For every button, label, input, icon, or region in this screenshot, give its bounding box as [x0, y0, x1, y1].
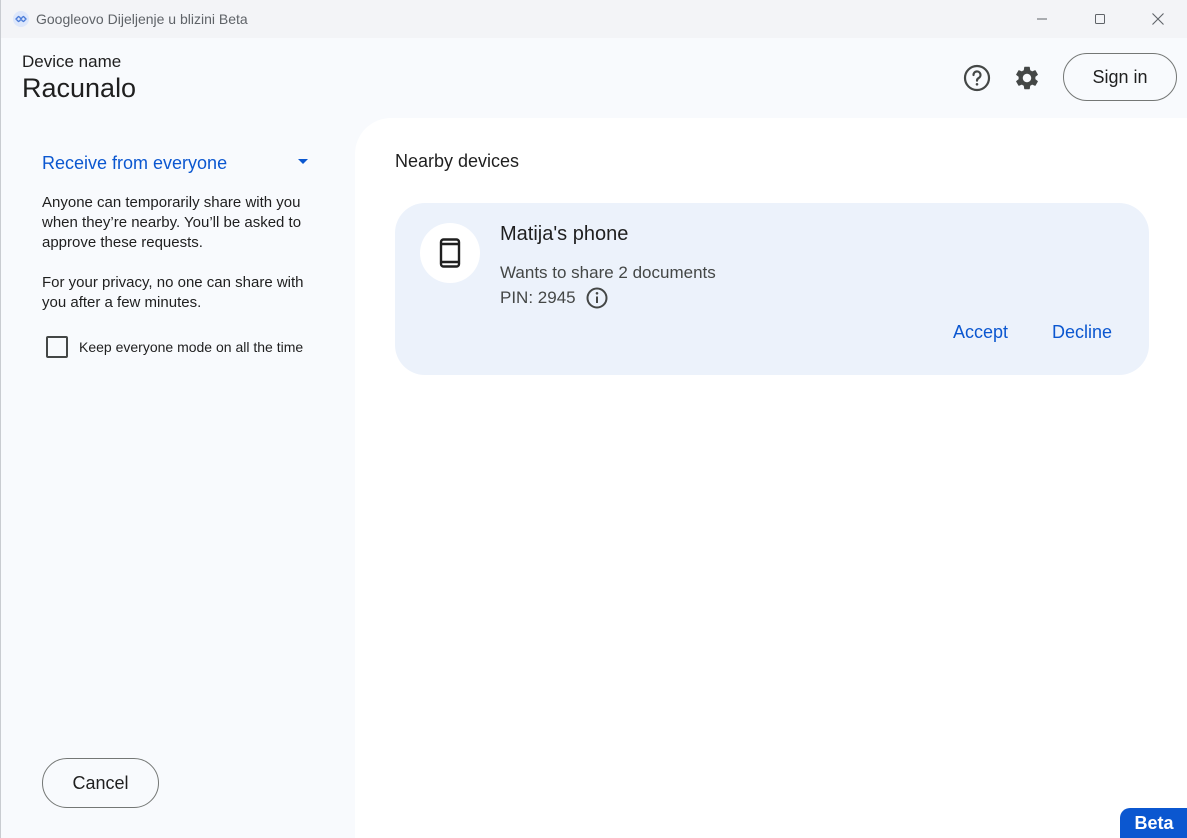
- decline-button[interactable]: Decline: [1052, 322, 1112, 343]
- help-icon: [963, 64, 991, 92]
- close-icon: [1152, 13, 1164, 25]
- beta-badge: Beta: [1120, 808, 1187, 838]
- dropdown-arrow-icon: [298, 159, 308, 164]
- minimize-button[interactable]: [1013, 0, 1071, 38]
- share-description: Wants to share 2 documents: [500, 263, 716, 282]
- settings-button[interactable]: [1007, 58, 1047, 98]
- minimize-icon: [1037, 18, 1047, 20]
- receive-mode-dropdown[interactable]: Receive from everyone: [42, 150, 312, 176]
- receive-mode-label: Receive from everyone: [42, 152, 228, 173]
- everyone-mode-description: Anyone can temporarily share with you wh…: [42, 194, 302, 251]
- device-name: Racunalo: [22, 73, 137, 103]
- gear-icon: [1016, 66, 1038, 90]
- title-bar: Googleovo Dijeljenje u blizini Beta: [1, 0, 1187, 38]
- sign-in-button[interactable]: Sign in: [1063, 53, 1177, 101]
- privacy-description: For your privacy, no one can share with …: [42, 274, 304, 311]
- nearby-devices-panel: Nearby devices Matija's phone Wants to s…: [355, 118, 1187, 838]
- window-title: Googleovo Dijeljenje u blizini Beta: [36, 11, 248, 27]
- maximize-button[interactable]: [1071, 0, 1129, 38]
- nearby-devices-title: Nearby devices: [395, 151, 520, 171]
- pin-code: PIN: 2945: [500, 288, 576, 307]
- pin-row: PIN: 2945: [500, 287, 608, 309]
- sender-device-name: Matija's phone: [500, 223, 629, 245]
- share-request-card: Matija's phone Wants to share 2 document…: [395, 203, 1149, 375]
- keep-everyone-mode-checkbox[interactable]: [46, 336, 68, 358]
- keep-everyone-mode-option[interactable]: Keep everyone mode on all the time: [46, 336, 303, 358]
- nearby-share-window: Googleovo Dijeljenje u blizini Beta Devi…: [0, 0, 1187, 838]
- maximize-icon: [1095, 14, 1105, 24]
- keep-everyone-mode-label: Keep everyone mode on all the time: [79, 339, 304, 355]
- phone-icon: [439, 238, 461, 268]
- nearby-share-icon: [13, 11, 29, 27]
- info-icon[interactable]: [586, 287, 608, 309]
- device-name-label: Device name: [22, 52, 122, 71]
- close-button[interactable]: [1129, 0, 1187, 38]
- device-avatar: [420, 223, 480, 283]
- accept-button[interactable]: Accept: [953, 322, 1008, 343]
- cancel-button[interactable]: Cancel: [42, 758, 159, 808]
- help-button[interactable]: [957, 58, 997, 98]
